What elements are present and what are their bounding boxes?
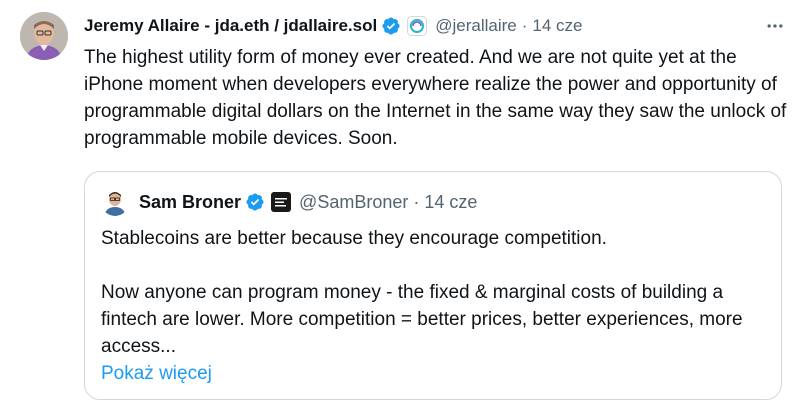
more-options-button[interactable]	[761, 14, 789, 38]
avatar-icon	[20, 12, 68, 60]
avatar-icon	[101, 188, 129, 216]
quoted-author-name[interactable]: Sam Broner	[139, 192, 241, 213]
tweet[interactable]: Jeremy Allaire - jda.eth / jdallaire.sol…	[0, 0, 799, 405]
quoted-tweet-timestamp[interactable]: 14 cze	[424, 192, 477, 213]
tweet-header: Jeremy Allaire - jda.eth / jdallaire.sol…	[84, 14, 783, 38]
verified-badge-icon[interactable]	[381, 16, 401, 36]
affiliate-badge-icon[interactable]	[271, 192, 292, 212]
separator-dot: ·	[521, 16, 528, 35]
show-more-link[interactable]: Pokaż więcej	[101, 360, 781, 387]
quoted-author-handle[interactable]: @SamBroner	[299, 192, 408, 213]
tweet-text: The highest utility form of money ever c…	[84, 47, 787, 149]
quoted-tweet-text: Stablecoins are better because they enco…	[101, 225, 781, 387]
author-avatar[interactable]	[20, 12, 68, 60]
quoted-tweet[interactable]: Sam Broner @SamBroner · 14 cze Stablecoi…	[84, 171, 782, 400]
quoted-author-avatar[interactable]	[101, 188, 129, 216]
quoted-paragraph: Now anyone can program money - the fixed…	[101, 282, 743, 357]
verified-badge-icon[interactable]	[245, 192, 265, 212]
affiliate-badge-icon[interactable]	[407, 16, 428, 36]
quoted-tweet-header: Sam Broner @SamBroner · 14 cze	[101, 188, 477, 216]
separator-dot: ·	[413, 191, 420, 212]
quoted-paragraph: Stablecoins are better because they enco…	[101, 228, 607, 249]
author-name[interactable]: Jeremy Allaire - jda.eth / jdallaire.sol	[84, 16, 377, 36]
tweet-timestamp[interactable]: 14 cze	[532, 16, 582, 36]
more-icon	[767, 24, 783, 28]
author-handle[interactable]: @jerallaire	[435, 16, 517, 36]
